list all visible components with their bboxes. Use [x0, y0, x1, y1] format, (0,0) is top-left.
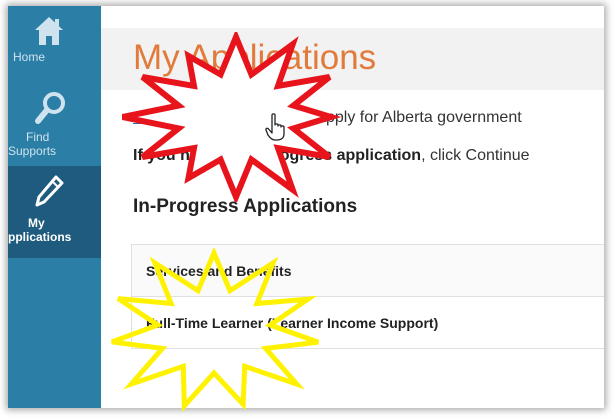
sidebar-item-label: Supports [8, 144, 57, 158]
in-progress-instructions-bold: If you have an in-progress application [133, 147, 422, 164]
intro-text: Start a new application to apply for Alb… [133, 109, 522, 127]
sidebar-item-my-applications[interactable]: My pplications [8, 166, 101, 258]
pencil-icon [35, 175, 64, 207]
list-item-services-and-benefits[interactable]: Services and Benefits [131, 244, 604, 297]
intro-rest: to apply for Alberta government [294, 109, 522, 126]
hand-cursor-icon [265, 113, 285, 141]
in-progress-instructions-rest: , click Continue [421, 147, 530, 164]
sidebar-item-label: pplications [8, 230, 72, 244]
magnifier-icon [35, 92, 65, 124]
sidebar-item-label: Find [26, 130, 50, 144]
list-item-full-time-learner[interactable]: Full-Time Learner (Learner Income Suppor… [131, 296, 604, 349]
sidebar: Home Find Supports My pplications [8, 6, 101, 408]
in-progress-list: Services and Benefits Full-Time Learner … [131, 244, 604, 349]
page-title: My Applications [133, 38, 377, 77]
list-item-label: Full-Time Learner (Learner Income Suppor… [146, 315, 439, 331]
in-progress-instructions: If you have an in-progress application, … [133, 147, 530, 165]
sidebar-item-label: Home [13, 50, 46, 64]
sidebar-item-home[interactable]: Home [8, 14, 101, 84]
main-content: My Applications Start a new application … [101, 6, 604, 408]
home-icon [35, 17, 63, 45]
page-header: My Applications [101, 28, 604, 90]
sidebar-item-find-supports[interactable]: Find Supports [8, 88, 101, 166]
screenshot-frame: Home Find Supports My pplications My App… [8, 6, 604, 408]
list-item-label: Services and Benefits [146, 263, 292, 279]
sidebar-item-label: My [28, 216, 45, 230]
section-heading: In-Progress Applications [133, 196, 358, 217]
